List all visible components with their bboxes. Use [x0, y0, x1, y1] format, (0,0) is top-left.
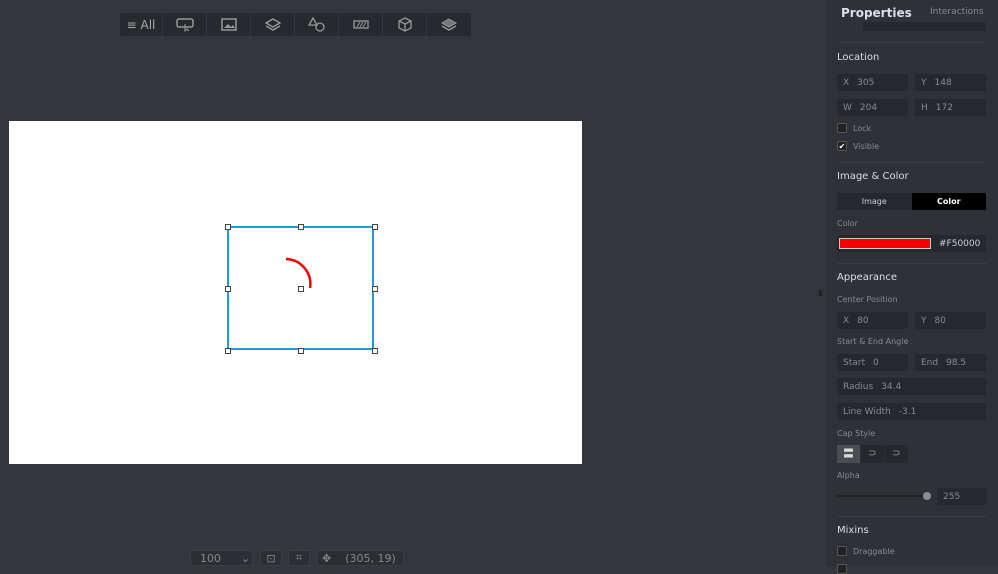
resize-handle[interactable] — [372, 348, 378, 354]
move-icon: ✥ — [322, 551, 332, 565]
section-image-color: Image & Color — [837, 171, 909, 182]
coords-readout: (305, 19) — [345, 551, 396, 565]
start-angle-field[interactable]: Start 0 — [837, 354, 908, 371]
h-label: H — [921, 102, 928, 113]
cap-round-button[interactable]: ⊃ — [861, 445, 884, 463]
cy-label: Y — [921, 315, 927, 326]
w-value: 204 — [859, 102, 878, 113]
draggable-checkbox[interactable] — [837, 546, 847, 556]
tab-interactions[interactable]: Interactions — [930, 7, 984, 17]
resize-handle[interactable] — [372, 224, 378, 230]
stack-icon[interactable] — [427, 13, 471, 36]
end-angle-field[interactable]: End 98.5 — [915, 354, 986, 371]
zoom-select[interactable]: 100 ⌄ — [190, 550, 253, 566]
resize-handle[interactable] — [225, 286, 231, 292]
resize-handle[interactable] — [298, 348, 304, 354]
color-label: Color — [837, 219, 858, 228]
angle-label: Start & End Angle — [837, 337, 909, 346]
filter-all-button[interactable]: ≡ All — [120, 13, 163, 36]
center-position-label: Center Position — [837, 295, 898, 304]
w-label: W — [843, 102, 852, 113]
alpha-field[interactable]: 255 — [937, 488, 987, 505]
focus-icon[interactable]: ⊡ — [260, 550, 282, 566]
y-value: 148 — [934, 77, 952, 88]
resize-handle[interactable] — [225, 224, 231, 230]
element-name-field[interactable] — [863, 22, 986, 31]
section-location: Location — [837, 52, 880, 63]
x-value: 305 — [857, 77, 875, 88]
center-y-field[interactable]: Y 80 — [915, 312, 986, 329]
width-field[interactable]: W 204 — [837, 99, 908, 116]
draggable-label: Draggable — [853, 547, 895, 556]
tab-image[interactable]: Image — [837, 193, 912, 210]
cap-style-group: 〓 ⊃ ⊃ — [837, 445, 908, 463]
lock-checkbox[interactable] — [837, 123, 847, 133]
start-label: Start — [843, 357, 865, 368]
start-value: 0 — [873, 357, 879, 368]
alpha-label: Alpha — [837, 471, 860, 480]
radius-field[interactable]: Radius 34.4 — [837, 378, 986, 395]
color-field[interactable]: #F50000 — [837, 235, 986, 252]
image-color-toggle: Image Color — [837, 193, 986, 210]
center-x-field[interactable]: X 80 — [837, 312, 908, 329]
tab-properties[interactable]: Properties — [841, 6, 912, 20]
panel-splitter[interactable] — [819, 290, 822, 296]
lock-label: Lock — [853, 124, 872, 133]
cx-label: X — [843, 315, 850, 326]
alpha-slider-knob[interactable] — [923, 492, 931, 500]
alpha-slider[interactable] — [837, 492, 931, 500]
end-label: End — [921, 357, 939, 368]
tab-color[interactable]: Color — [911, 193, 986, 210]
cap-butt-button[interactable]: 〓 — [837, 445, 860, 463]
chevron-down-icon: ⌄ — [241, 551, 251, 565]
design-canvas[interactable] — [9, 121, 582, 464]
y-label: Y — [921, 77, 927, 88]
color-swatch[interactable] — [839, 238, 931, 249]
radius-label: Radius — [843, 381, 874, 392]
interaction-icon[interactable] — [163, 13, 207, 36]
cap-style-label: Cap Style — [837, 429, 876, 438]
height-field[interactable]: H 172 — [915, 99, 986, 116]
y-field[interactable]: Y 148 — [915, 74, 986, 91]
properties-panel: Properties Interactions Location X 305 Y1… — [826, 0, 998, 574]
line-width-label: Line Width — [843, 406, 891, 417]
h-value: 172 — [935, 102, 953, 113]
crop-icon[interactable]: ⌗ — [288, 550, 310, 566]
section-appearance: Appearance — [837, 272, 898, 283]
selected-arc-element[interactable] — [225, 224, 378, 354]
zoom-value: 100 — [200, 551, 221, 565]
color-hex: #F50000 — [939, 238, 981, 249]
cx-value: 80 — [857, 315, 869, 326]
resize-handle[interactable] — [225, 348, 231, 354]
image-icon[interactable] — [207, 13, 251, 36]
visible-checkbox[interactable]: ✔ — [837, 141, 847, 151]
visible-label: Visible — [853, 142, 880, 151]
shapes-icon[interactable] — [295, 13, 339, 36]
category-toolbar: ≡ All — [120, 13, 471, 36]
end-value: 98.5 — [946, 357, 967, 368]
resize-handle[interactable] — [372, 286, 378, 292]
cap-square-button[interactable]: ⊃ — [885, 445, 908, 463]
line-width-value: -3.1 — [898, 406, 917, 417]
cursor-coordinates: ✥ (305, 19) — [317, 550, 404, 566]
line-width-field[interactable]: Line Width -3.1 — [837, 403, 986, 420]
x-field[interactable]: X 305 — [837, 74, 908, 91]
center-handle[interactable] — [298, 286, 304, 292]
radius-value: 34.4 — [881, 381, 902, 392]
x-label: X — [843, 77, 850, 88]
resize-handle[interactable] — [298, 224, 304, 230]
layers-icon[interactable] — [251, 13, 295, 36]
cy-value: 80 — [934, 315, 946, 326]
cube-icon[interactable] — [383, 13, 427, 36]
alpha-value: 255 — [943, 491, 961, 502]
slider-icon[interactable] — [339, 13, 383, 36]
section-mixins: Mixins — [837, 525, 869, 536]
